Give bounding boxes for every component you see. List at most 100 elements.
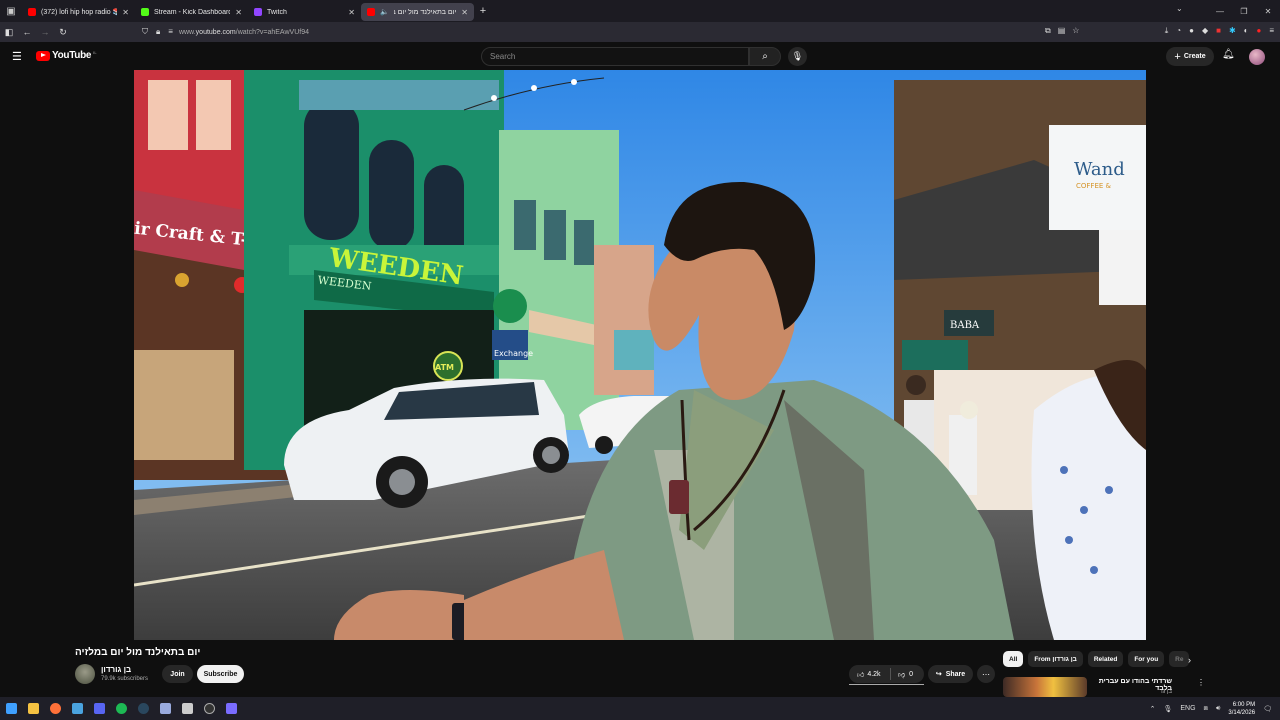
close-icon[interactable]: ✕ — [348, 8, 355, 17]
close-window-icon[interactable]: ✕ — [1256, 7, 1280, 16]
search-input[interactable]: Search — [481, 47, 749, 66]
extension-icon[interactable]: ◔ — [1176, 26, 1181, 36]
steam-icon[interactable] — [132, 697, 154, 720]
share-button[interactable]: ↪ Share — [928, 665, 973, 683]
chip-recently-uploaded[interactable]: Re — [1169, 651, 1190, 667]
join-button[interactable]: Join — [162, 665, 193, 683]
chevron-right-icon[interactable]: › — [1188, 655, 1191, 665]
chip-from-channel[interactable]: From בן גורדון — [1028, 651, 1083, 667]
browser-tab-kick[interactable]: Stream - Kick Dashboard ✕ — [135, 3, 248, 21]
close-icon[interactable]: ✕ — [461, 8, 468, 17]
toolbar-extensions: ⤓ ◔ ● ◆ ■ ✱ ◐ ● ≡ — [1165, 26, 1274, 36]
minimize-icon[interactable]: — — [1208, 7, 1232, 16]
chip-for-you[interactable]: For you — [1128, 651, 1165, 667]
channel-avatar[interactable] — [75, 664, 95, 684]
subscribe-button[interactable]: Subscribe — [197, 665, 244, 683]
close-icon[interactable]: ✕ — [122, 8, 129, 17]
reader-view-icon[interactable]: ▤ — [1058, 26, 1066, 36]
hamburger-menu-icon[interactable]: ☰ — [12, 50, 22, 63]
picture-in-picture-icon[interactable]: ⧉ — [1045, 26, 1051, 36]
new-tab-button[interactable]: + — [474, 5, 492, 17]
exchange-sign-text: Exchange — [494, 349, 533, 358]
chip-related[interactable]: Related — [1087, 651, 1124, 667]
account-avatar[interactable] — [1249, 49, 1265, 65]
clock[interactable]: 6:00 PM 3/14/2026 — [1228, 701, 1255, 717]
browser-tab-lofi[interactable]: (372) lofi hip hop radio 📚 beats ✕ — [22, 3, 135, 21]
channel-name[interactable]: בן גורדון — [101, 665, 131, 674]
page-settings-icon[interactable]: ≡ — [168, 27, 173, 37]
reload-icon[interactable]: ↻ — [54, 27, 72, 38]
video-title: יום בתאילנד מול יום במלזיה — [75, 647, 201, 658]
file-explorer-icon[interactable] — [22, 697, 44, 720]
browser-tab-active-video[interactable]: 🔈 יום בתאילנד מול יום במלזיה ✕ — [361, 3, 474, 21]
notifications-bell-icon[interactable]: 🔔︎ — [1222, 49, 1235, 60]
maximize-icon[interactable]: ❐ — [1232, 7, 1256, 16]
app-icon[interactable] — [220, 697, 242, 720]
tab-label: Twitch — [267, 8, 287, 16]
browser-nav-bar: ◧ ← → ↻ ⛉ 🔒︎ ≡ www.youtube.com/watch?v=a… — [0, 22, 1280, 42]
shield-icon[interactable]: ⛉ — [142, 27, 148, 37]
twitch-favicon-icon — [254, 8, 262, 16]
extension-icon[interactable]: ● — [1189, 26, 1194, 36]
lock-icon[interactable]: 🔒︎ — [156, 27, 160, 37]
microphone-icon[interactable]: 🎙︎ — [1163, 705, 1172, 713]
discord-icon[interactable] — [88, 697, 110, 720]
notifications-icon[interactable]: 🗨︎ — [1263, 705, 1272, 713]
extension-icon[interactable]: ◐ — [1244, 26, 1249, 36]
tab-overview-icon[interactable]: ▣ — [0, 0, 22, 22]
forward-icon[interactable]: → — [36, 27, 54, 37]
browser-tab-strip: ▣ (372) lofi hip hop radio 📚 beats ✕ Str… — [0, 0, 1280, 22]
tray-overflow-chevron-icon[interactable]: ⌃ — [1150, 705, 1156, 713]
voice-search-button[interactable]: 🎙︎ — [788, 47, 807, 66]
logo-country: IL — [93, 50, 97, 55]
windows-start-icon[interactable] — [0, 697, 22, 720]
app-icon[interactable] — [154, 697, 176, 720]
network-icon[interactable]: ⧈ — [1204, 705, 1208, 713]
video-player[interactable]: ir Craft & T-shirt WEEDEN WEEDEN ATM Exc… — [134, 70, 1146, 640]
extension-icon[interactable]: ● — [1256, 26, 1261, 36]
youtube-favicon-icon — [367, 8, 375, 16]
app-icon[interactable] — [66, 697, 88, 720]
dislike-button[interactable]: 👎︎ 0 — [891, 670, 913, 679]
extension-icon[interactable]: ✱ — [1229, 26, 1236, 36]
close-icon[interactable]: ✕ — [235, 8, 242, 17]
tab-list-chevron-icon[interactable]: ⌄ — [1176, 4, 1183, 13]
create-button[interactable]: + Create — [1166, 47, 1214, 66]
url-security-icons: ⛉ 🔒︎ ≡ — [142, 27, 173, 37]
firefox-icon[interactable] — [44, 697, 66, 720]
language-indicator[interactable]: ENG — [1180, 705, 1195, 712]
recommendation-channel[interactable]: בן גו — [1092, 689, 1172, 695]
like-dislike-group: 👍︎ 4.2k 👎︎ 0 — [849, 665, 924, 683]
extension-icon[interactable]: ■ — [1216, 26, 1221, 36]
cafe-sign-text: Wand — [1074, 159, 1125, 180]
spotify-icon[interactable] — [110, 697, 132, 720]
more-actions-icon[interactable]: ⋯ — [977, 665, 995, 683]
recommendation-thumbnail[interactable] — [1003, 677, 1087, 697]
browser-tab-twitch[interactable]: Twitch ✕ — [248, 3, 361, 21]
app-icon[interactable] — [176, 697, 198, 720]
youtube-logo[interactable]: YouTube IL — [36, 50, 97, 61]
windows-taskbar: ⌃ 🎙︎ ENG ⧈ 🔊︎ 6:00 PM 3/14/2026 🗨︎ — [0, 697, 1280, 720]
youtube-favicon-icon — [28, 8, 36, 16]
tab-label: Stream - Kick Dashboard — [154, 8, 231, 16]
share-icon: ↪ — [935, 671, 942, 678]
search-icon: ⌕ — [762, 51, 768, 62]
chip-all[interactable]: All — [1003, 651, 1024, 667]
bookmark-star-icon[interactable]: ☆ — [1072, 26, 1079, 36]
url-bar[interactable]: www.youtube.com/watch?v=ahEAwVUf94 — [179, 29, 309, 36]
extension-icon[interactable]: ◆ — [1202, 26, 1208, 36]
obs-icon[interactable] — [198, 697, 220, 720]
downloads-icon[interactable]: ⤓ — [1165, 26, 1169, 36]
url-actions: ⧉ ▤ ☆ — [1045, 26, 1079, 36]
url-prefix: www. — [178, 28, 196, 36]
menu-icon[interactable]: ≡ — [1269, 26, 1274, 36]
search-button[interactable]: ⌕ — [749, 47, 781, 66]
like-button[interactable]: 👍︎ 4.2k — [849, 668, 891, 680]
sidebar-toggle-icon[interactable]: ◧ — [0, 27, 18, 38]
share-label: Share — [945, 670, 966, 678]
back-icon[interactable]: ← — [18, 27, 36, 37]
speaker-icon[interactable]: 🔈 — [380, 8, 389, 16]
volume-icon[interactable]: 🔊︎ — [1216, 705, 1220, 713]
tab-label: (372) lofi hip hop radio 📚 beats — [41, 9, 118, 16]
recommendation-menu-icon[interactable]: ⋮ — [1197, 678, 1205, 687]
